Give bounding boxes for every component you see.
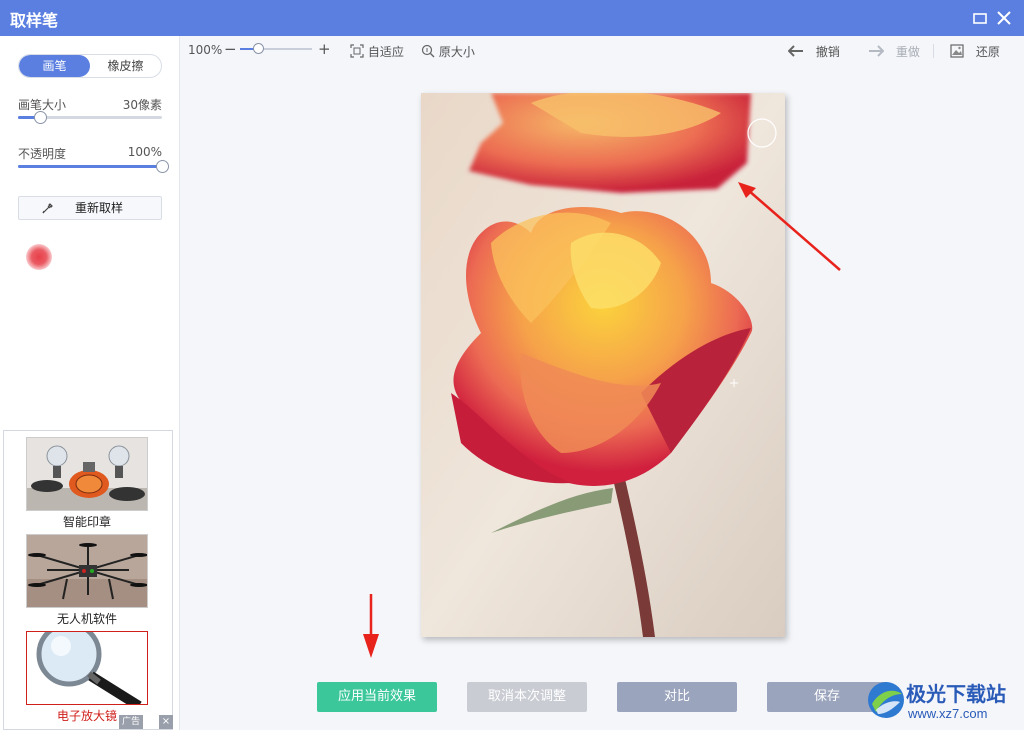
image-icon xyxy=(950,44,964,58)
title-bar: 取样笔 xyxy=(0,0,1024,36)
resample-button[interactable]: 重新取样 xyxy=(18,196,162,220)
resample-label: 重新取样 xyxy=(74,201,123,215)
maximize-button[interactable] xyxy=(970,8,990,28)
cancel-adjustment-button[interactable]: 取消本次调整 xyxy=(467,682,587,712)
arrow-left-icon xyxy=(787,45,803,57)
arrow-right-icon xyxy=(869,45,885,57)
opacity-label: 不透明度 xyxy=(18,147,67,161)
zoom-out-button[interactable]: − xyxy=(224,40,237,58)
watermark: 极光下载站 www.xz7.com xyxy=(866,676,1024,726)
annotation-arrow-icon xyxy=(738,182,841,271)
aurora-logo-icon xyxy=(868,682,904,718)
undo-label: 撤销 xyxy=(815,45,840,59)
ad-item-magnifier[interactable]: 电子放大镜 xyxy=(26,631,148,724)
redo-label: 重做 xyxy=(895,45,920,59)
ad-panel: 智能印章 无人机软件 电子放大镜 广告 × xyxy=(3,430,173,730)
rose-image xyxy=(421,93,785,637)
zoom-reset-icon xyxy=(421,44,435,58)
close-icon xyxy=(997,11,1011,25)
opacity-handle[interactable] xyxy=(156,160,169,173)
original-size-label: 原大小 xyxy=(438,45,475,59)
brush-size-handle[interactable] xyxy=(34,111,47,124)
smart-seal-image xyxy=(26,437,148,511)
opacity-fill xyxy=(18,165,162,168)
fit-icon xyxy=(350,44,364,58)
restore-label: 还原 xyxy=(975,45,1000,59)
ad-caption: 智能印章 xyxy=(62,515,111,529)
zoom-handle[interactable] xyxy=(253,43,264,54)
ad-close-button[interactable]: × xyxy=(159,715,173,729)
zoom-slider[interactable] xyxy=(240,43,312,54)
watermark-url: www.xz7.com xyxy=(908,706,988,721)
ad-item-drone-software[interactable]: 无人机软件 xyxy=(26,534,148,627)
restore-button[interactable]: 还原 xyxy=(950,43,1000,60)
maximize-icon xyxy=(973,13,987,24)
canvas-image[interactable] xyxy=(421,93,785,637)
undo-button[interactable]: 撤销 xyxy=(787,43,840,60)
ad-tag: 广告 xyxy=(119,715,144,729)
fit-button[interactable]: 自适应 xyxy=(350,43,404,60)
fit-label: 自适应 xyxy=(367,45,404,59)
zoom-in-button[interactable]: + xyxy=(318,40,331,58)
opacity-slider[interactable] xyxy=(18,160,169,173)
opacity-value: 100% xyxy=(127,145,162,159)
ad-caption: 无人机软件 xyxy=(56,612,117,626)
ad-item-smart-seal[interactable]: 智能印章 xyxy=(26,437,148,530)
apply-button[interactable]: 应用当前效果 xyxy=(317,682,437,712)
window-title: 取样笔 xyxy=(10,11,59,30)
redo-button[interactable]: 重做 xyxy=(868,43,920,60)
drone-image xyxy=(26,534,148,608)
compare-button[interactable]: 对比 xyxy=(617,682,737,712)
toolbar-separator xyxy=(933,44,934,58)
annotation-arrow-down-icon xyxy=(363,594,379,658)
magnifier-image xyxy=(26,631,148,705)
mode-toggle: 画笔 橡皮擦 xyxy=(18,54,162,78)
original-size-button[interactable]: 原大小 xyxy=(421,43,475,60)
zoom-value: 100% xyxy=(188,43,223,57)
close-button[interactable] xyxy=(994,8,1014,28)
eyedropper-icon xyxy=(42,203,53,214)
mode-brush-button[interactable]: 画笔 xyxy=(19,55,90,77)
mode-eraser-button[interactable]: 橡皮擦 xyxy=(90,55,161,77)
brush-size-value: 30像素 xyxy=(122,98,162,112)
brush-size-slider[interactable] xyxy=(18,111,162,124)
watermark-title: 极光下载站 xyxy=(906,684,1006,706)
sample-color-swatch xyxy=(26,244,52,270)
